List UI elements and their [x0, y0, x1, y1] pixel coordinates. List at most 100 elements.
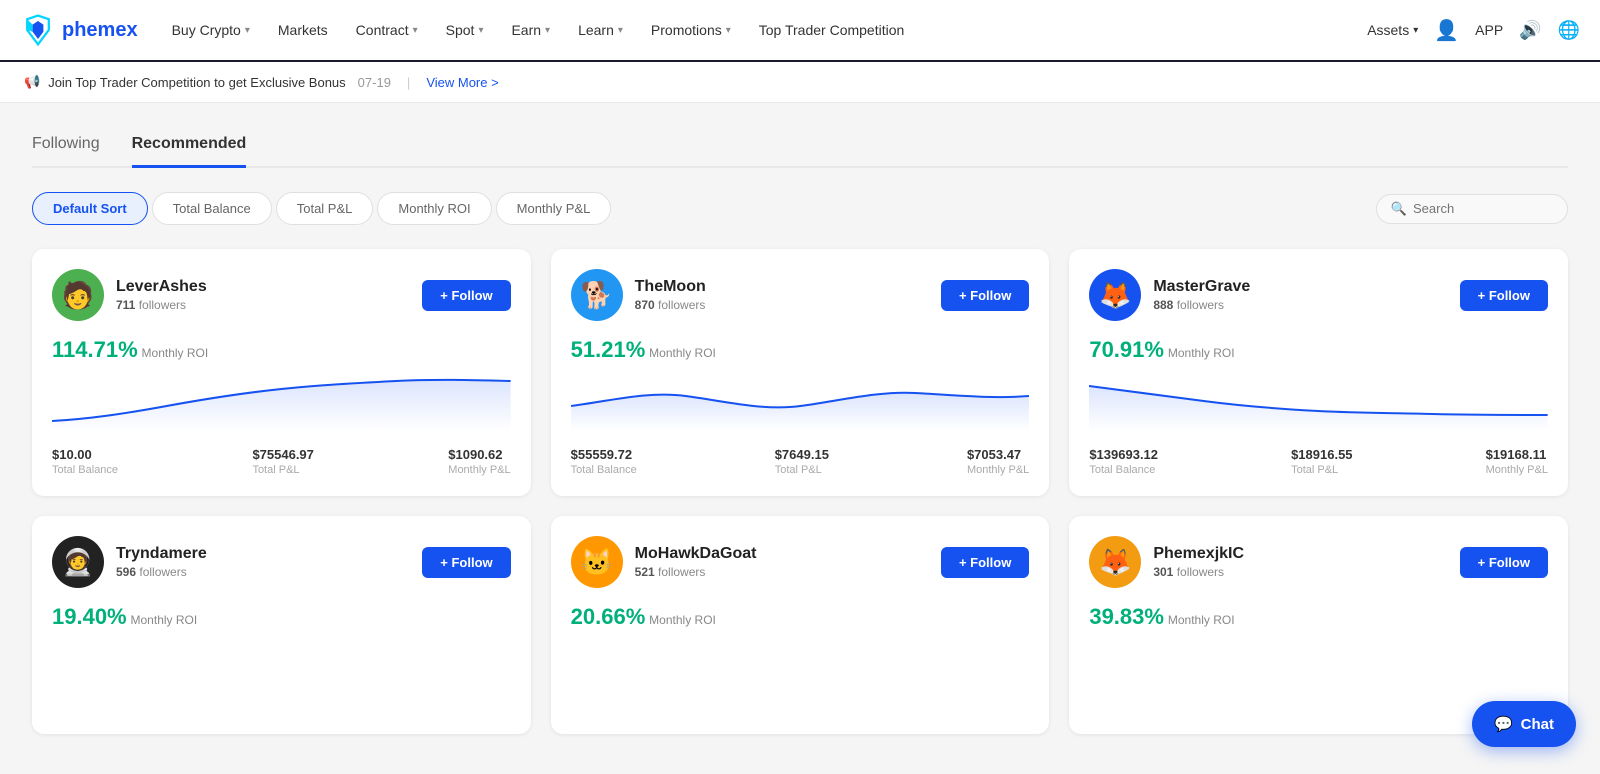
caret-icon: ▾ [618, 25, 623, 36]
trader-avatar: 🧑‍🚀 [52, 536, 104, 588]
trader-chart-area [52, 371, 511, 431]
nav-contract[interactable]: Contract ▾ [346, 14, 428, 46]
follow-button[interactable]: + Follow [1460, 547, 1548, 578]
main-content: Following Recommended Default Sort Total… [0, 103, 1600, 774]
trader-avatar: 🐱 [571, 536, 623, 588]
trader-avatar: 🧑 [52, 269, 104, 321]
trader-header: 🦊 PhemexjkIC 301 followers + Follow [1089, 536, 1548, 588]
trader-card: 🐱 MoHawkDaGoat 521 followers + Follow 20… [551, 516, 1050, 734]
trader-stats: $10.00 Total Balance $75546.97 Total P&L… [52, 447, 511, 476]
nav-promotions[interactable]: Promotions ▾ [641, 14, 741, 46]
trader-roi-value: 39.83% Monthly ROI [1089, 604, 1548, 630]
follow-button[interactable]: + Follow [1460, 280, 1548, 311]
chat-label: Chat [1521, 716, 1554, 733]
nav-markets[interactable]: Markets [268, 14, 338, 46]
view-more-link[interactable]: View More > [426, 75, 498, 90]
trader-followers: 870 followers [635, 298, 929, 312]
phemex-logo-icon [20, 12, 56, 48]
announce-text: Join Top Trader Competition to get Exclu… [48, 75, 345, 90]
trader-grid: 🧑 LeverAshes 711 followers + Follow 114.… [32, 249, 1568, 734]
trader-header: 🦊 MasterGrave 888 followers + Follow [1089, 269, 1548, 321]
trader-roi-value: 51.21% Monthly ROI [571, 337, 1030, 363]
trader-followers: 301 followers [1153, 565, 1447, 579]
logo[interactable]: phemex [20, 12, 138, 48]
chat-icon: 💬 [1494, 715, 1513, 733]
trader-chart-area [52, 638, 511, 698]
trader-roi-value: 70.91% Monthly ROI [1089, 337, 1548, 363]
nav-globe-icon[interactable]: 🌐 [1558, 20, 1580, 41]
nav-app[interactable]: APP [1475, 22, 1503, 38]
trader-info: TheMoon 870 followers [635, 278, 929, 312]
trader-card: 🦊 MasterGrave 888 followers + Follow 70.… [1069, 249, 1568, 496]
trader-avatar: 🦊 [1089, 269, 1141, 321]
trader-name: TheMoon [635, 278, 929, 296]
sort-default[interactable]: Default Sort [32, 192, 148, 225]
follow-button[interactable]: + Follow [422, 547, 510, 578]
nav-user-icon[interactable]: 👤 [1434, 18, 1459, 43]
follow-button[interactable]: + Follow [422, 280, 510, 311]
trader-info: Tryndamere 596 followers [116, 545, 410, 579]
trader-name: MasterGrave [1153, 278, 1447, 296]
caret-icon: ▾ [1413, 25, 1418, 36]
stat-total-balance: $55559.72 Total Balance [571, 447, 637, 476]
search-icon: 🔍 [1391, 201, 1407, 217]
caret-icon: ▾ [413, 25, 418, 36]
speaker-icon: 📢 [24, 74, 40, 90]
trader-stats: $55559.72 Total Balance $7649.15 Total P… [571, 447, 1030, 476]
chat-button[interactable]: 💬 Chat [1472, 701, 1576, 747]
trader-roi-value: 20.66% Monthly ROI [571, 604, 1030, 630]
trader-name: PhemexjkIC [1153, 545, 1447, 563]
trader-followers: 888 followers [1153, 298, 1447, 312]
trader-card: 🧑 LeverAshes 711 followers + Follow 114.… [32, 249, 531, 496]
trader-chart-area [1089, 371, 1548, 431]
tab-following[interactable]: Following [32, 127, 100, 168]
nav-buy-crypto[interactable]: Buy Crypto ▾ [162, 14, 260, 46]
nav-learn[interactable]: Learn ▾ [568, 14, 633, 46]
trader-header: 🧑‍🚀 Tryndamere 596 followers + Follow [52, 536, 511, 588]
tab-recommended[interactable]: Recommended [132, 127, 247, 168]
follow-button[interactable]: + Follow [941, 547, 1029, 578]
trader-followers: 521 followers [635, 565, 929, 579]
caret-icon: ▾ [545, 25, 550, 36]
trader-chart-area [1089, 638, 1548, 698]
nav-earn[interactable]: Earn ▾ [501, 14, 560, 46]
sort-total-pl[interactable]: Total P&L [276, 192, 374, 225]
stat-total-pl: $75546.97 Total P&L [252, 447, 313, 476]
trader-name: MoHawkDaGoat [635, 545, 929, 563]
sort-monthly-roi[interactable]: Monthly ROI [377, 192, 491, 225]
search-input[interactable] [1413, 201, 1553, 216]
announce-bar: 📢 Join Top Trader Competition to get Exc… [0, 62, 1600, 103]
trader-avatar: 🐕 [571, 269, 623, 321]
trader-card: 🐕 TheMoon 870 followers + Follow 51.21% … [551, 249, 1050, 496]
stat-total-pl: $18916.55 Total P&L [1291, 447, 1352, 476]
nav-assets[interactable]: Assets ▾ [1367, 22, 1418, 38]
trader-chart-area [571, 371, 1030, 431]
nav-sound-icon[interactable]: 🔊 [1519, 20, 1541, 41]
nav-right: Assets ▾ 👤 APP 🔊 🌐 [1367, 18, 1580, 43]
trader-chart [1089, 371, 1548, 431]
trader-chart [52, 371, 511, 431]
nav-spot[interactable]: Spot ▾ [436, 14, 494, 46]
announce-separator: | [407, 75, 410, 90]
sort-total-balance[interactable]: Total Balance [152, 192, 272, 225]
trader-info: MoHawkDaGoat 521 followers [635, 545, 929, 579]
trader-chart [571, 371, 1030, 431]
caret-icon: ▾ [478, 25, 483, 36]
trader-name: Tryndamere [116, 545, 410, 563]
sort-monthly-pl[interactable]: Monthly P&L [496, 192, 612, 225]
trader-roi-value: 114.71% Monthly ROI [52, 337, 511, 363]
search-box: 🔍 [1376, 194, 1568, 224]
trader-stats: $139693.12 Total Balance $18916.55 Total… [1089, 447, 1548, 476]
trader-card: 🧑‍🚀 Tryndamere 596 followers + Follow 19… [32, 516, 531, 734]
trader-info: LeverAshes 711 followers [116, 278, 410, 312]
trader-header: 🐕 TheMoon 870 followers + Follow [571, 269, 1030, 321]
trader-roi-value: 19.40% Monthly ROI [52, 604, 511, 630]
trader-header: 🧑 LeverAshes 711 followers + Follow [52, 269, 511, 321]
follow-button[interactable]: + Follow [941, 280, 1029, 311]
trader-avatar: 🦊 [1089, 536, 1141, 588]
announce-date: 07-19 [358, 75, 391, 90]
trader-followers: 596 followers [116, 565, 410, 579]
navbar: phemex Buy Crypto ▾ Markets Contract ▾ S… [0, 0, 1600, 62]
nav-top-trader[interactable]: Top Trader Competition [749, 14, 915, 46]
trader-followers: 711 followers [116, 298, 410, 312]
